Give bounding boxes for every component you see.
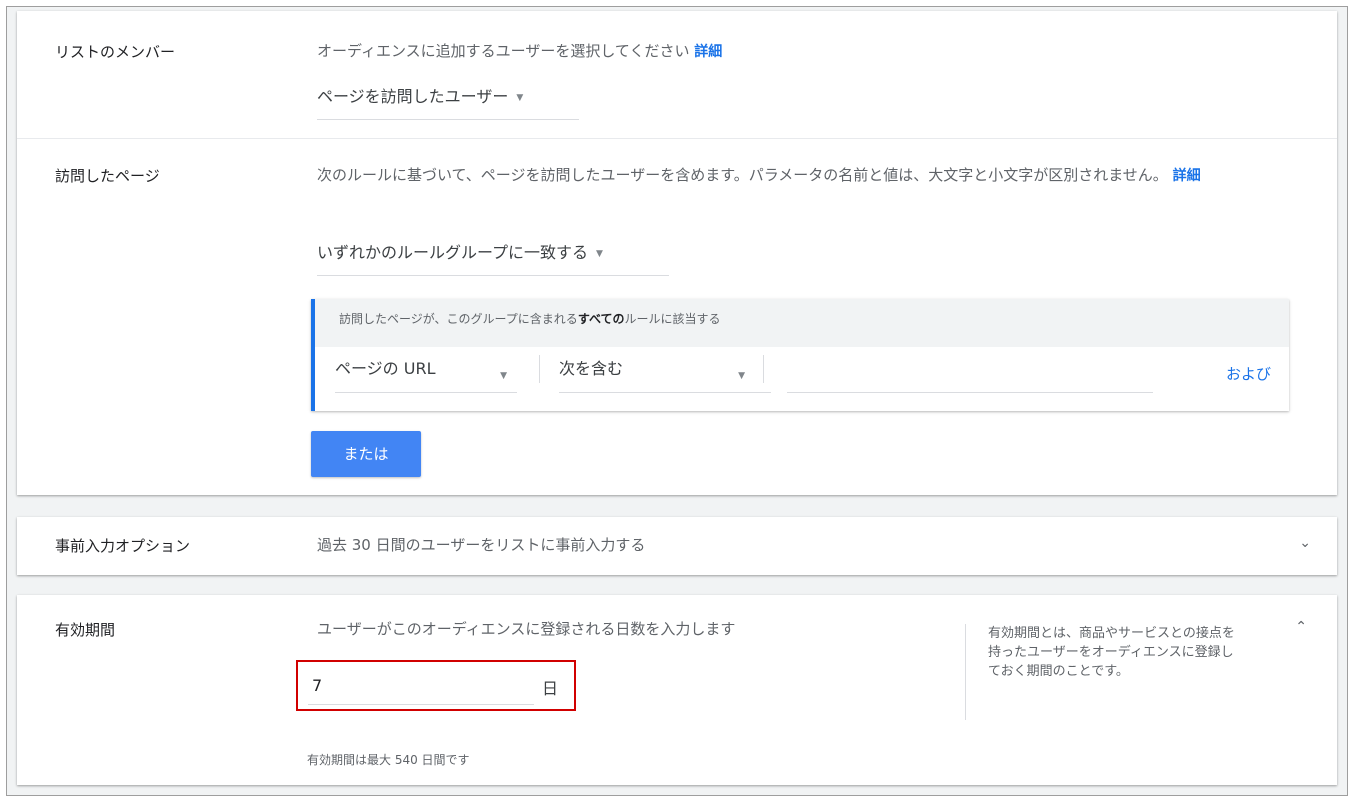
membership-days-input[interactable]: 7 日 bbox=[296, 660, 576, 711]
rule-group-header-suffix: ルールに該当する bbox=[624, 312, 721, 326]
rule-separator bbox=[763, 355, 764, 383]
prefill-label: 事前入力オプション bbox=[55, 537, 191, 555]
rule-row: ページの URL ▼ 次を含む ▼ および bbox=[315, 347, 1289, 411]
rule-separator bbox=[539, 355, 540, 383]
prefill-options-card[interactable]: 事前入力オプション 過去 30 日間のユーザーをリストに事前入力する ⌄ bbox=[17, 517, 1337, 575]
visited-pages-description: 次のルールに基づいて、ページを訪問したユーザーを含めます。パラメータの名前と値は… bbox=[317, 165, 1323, 186]
list-members-dropdown[interactable]: ページを訪問したユーザー ▼ bbox=[317, 83, 579, 120]
visited-pages-label: 訪問したページ bbox=[55, 167, 160, 185]
section-divider bbox=[17, 138, 1337, 139]
list-members-details-link[interactable]: 詳細 bbox=[694, 44, 722, 60]
rule-group-header-prefix: 訪問したページが、このグループに含まれる bbox=[339, 312, 578, 326]
add-and-rule-link[interactable]: および bbox=[1226, 363, 1271, 384]
add-or-group-button[interactable]: または bbox=[311, 431, 421, 477]
dropdown-caret-icon: ▼ bbox=[596, 248, 603, 259]
rule-match-dropdown-value: いずれかのルールグループに一致する bbox=[317, 243, 589, 262]
visited-pages-details-link[interactable]: 詳細 bbox=[1173, 168, 1201, 184]
dropdown-caret-icon: ▼ bbox=[516, 92, 524, 103]
membership-days-unit: 日 bbox=[541, 679, 558, 698]
duration-max-note: 有効期間は最大 540 日間です bbox=[307, 753, 470, 767]
membership-days-value[interactable]: 7 bbox=[312, 676, 322, 695]
list-members-description: オーディエンスに追加するユーザーを選択してください 詳細 bbox=[317, 41, 722, 62]
dropdown-caret-icon: ▼ bbox=[500, 371, 507, 381]
rule-group-header-bold: すべての bbox=[577, 312, 625, 326]
dropdown-caret-icon: ▼ bbox=[738, 371, 745, 381]
rule-value-input[interactable] bbox=[787, 357, 1153, 393]
rule-field-select[interactable]: ページの URL ▼ bbox=[335, 357, 517, 393]
input-underline bbox=[308, 704, 534, 705]
chevron-up-icon[interactable]: ⌃ bbox=[1295, 619, 1307, 635]
rule-field-value: ページの URL bbox=[335, 359, 436, 378]
audience-form: リストのメンバー オーディエンスに追加するユーザーを選択してください 詳細 ペー… bbox=[6, 6, 1348, 796]
list-members-dropdown-value: ページを訪問したユーザー bbox=[317, 87, 509, 106]
list-members-label: リストのメンバー bbox=[55, 43, 176, 61]
list-members-description-text: オーディエンスに追加するユーザーを選択してください bbox=[317, 42, 690, 60]
rule-match-dropdown[interactable]: いずれかのルールグループに一致する ▼ bbox=[317, 239, 669, 276]
audience-rules-card: リストのメンバー オーディエンスに追加するユーザーを選択してください 詳細 ペー… bbox=[17, 11, 1337, 495]
chevron-down-icon[interactable]: ⌄ bbox=[1299, 535, 1311, 551]
rule-operator-value: 次を含む bbox=[559, 359, 624, 378]
duration-help-text: 有効期間とは、商品やサービスとの接点を持ったユーザーをオーディエンスに登録してお… bbox=[965, 624, 1235, 720]
visited-pages-description-text: 次のルールに基づいて、ページを訪問したユーザーを含めます。パラメータの名前と値は… bbox=[317, 166, 1168, 184]
rule-group-header: 訪問したページが、このグループに含まれるすべてのルールに該当する bbox=[315, 299, 1289, 347]
prefill-description: 過去 30 日間のユーザーをリストに事前入力する bbox=[317, 536, 646, 554]
rule-operator-select[interactable]: 次を含む ▼ bbox=[559, 357, 771, 393]
duration-description: ユーザーがこのオーディエンスに登録される日数を入力します bbox=[317, 620, 736, 638]
duration-label: 有効期間 bbox=[55, 621, 116, 639]
rule-group: 訪問したページが、このグループに含まれるすべてのルールに該当する ページの UR… bbox=[311, 299, 1289, 411]
